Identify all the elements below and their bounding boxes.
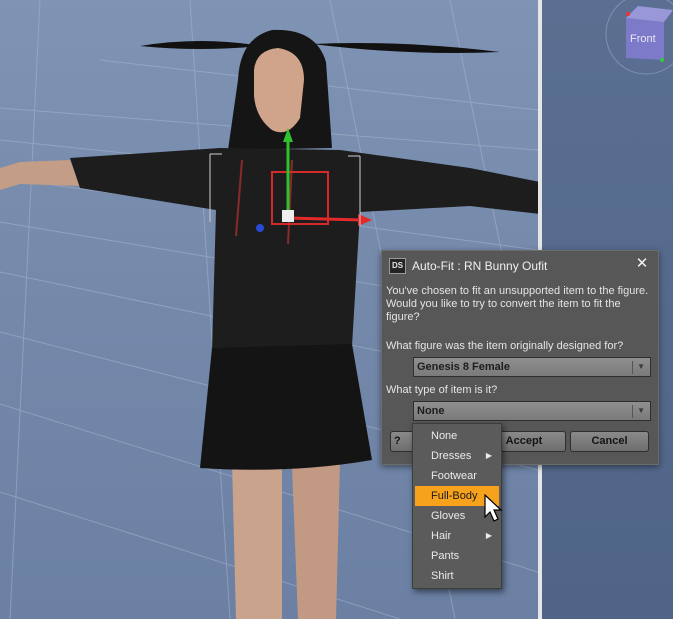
dropdown-item-hair[interactable]: Hair ▶ <box>415 526 499 546</box>
original-figure-value: Genesis 8 Female <box>417 361 510 373</box>
cancel-button[interactable]: Cancel <box>570 431 649 452</box>
figure-question-label: What figure was the item originally desi… <box>386 340 624 352</box>
help-button[interactable]: ? <box>390 431 414 452</box>
dropdown-item-dresses[interactable]: Dresses ▶ <box>415 446 499 466</box>
bunny-ear-right <box>312 43 500 53</box>
chevron-down-icon: ▼ <box>637 362 645 371</box>
item-type-select[interactable]: None ▼ <box>413 401 651 421</box>
figure-arm-left <box>0 160 80 190</box>
close-icon[interactable]: ✕ <box>635 256 649 271</box>
figure-skirt <box>200 344 372 470</box>
view-cube-label: Front <box>630 33 656 45</box>
dialog-message: You've chosen to fit an unsupported item… <box>386 285 656 324</box>
original-figure-select[interactable]: Genesis 8 Female ▼ <box>413 357 651 377</box>
figure-legs <box>232 462 282 619</box>
submenu-arrow-icon: ▶ <box>485 531 492 540</box>
item-type-value: None <box>417 405 445 417</box>
message-line-2: Would you like to try to convert the ite… <box>386 298 621 323</box>
help-icon: ? <box>394 435 401 447</box>
item-type-question-label: What type of item is it? <box>386 384 498 396</box>
combo-separator <box>632 405 633 418</box>
dropdown-item-none[interactable]: None <box>415 426 499 446</box>
dialog-titlebar[interactable]: DS Auto-Fit : RN Bunny Oufit ✕ <box>382 251 658 279</box>
daz-studio-app-icon: DS <box>389 258 406 274</box>
dialog-title: Auto-Fit : RN Bunny Oufit <box>412 259 548 273</box>
dropdown-item-footwear[interactable]: Footwear <box>415 466 499 486</box>
submenu-arrow-icon: ▶ <box>485 451 492 460</box>
message-line-1: You've chosen to fit an unsupported item… <box>386 285 649 297</box>
chevron-down-icon: ▼ <box>637 406 645 415</box>
dropdown-item-shirt[interactable]: Shirt <box>415 566 499 586</box>
dropdown-item-pants[interactable]: Pants <box>415 546 499 566</box>
bunny-ear-left <box>140 41 262 49</box>
combo-separator <box>632 361 633 374</box>
mouse-cursor-icon <box>484 494 503 522</box>
